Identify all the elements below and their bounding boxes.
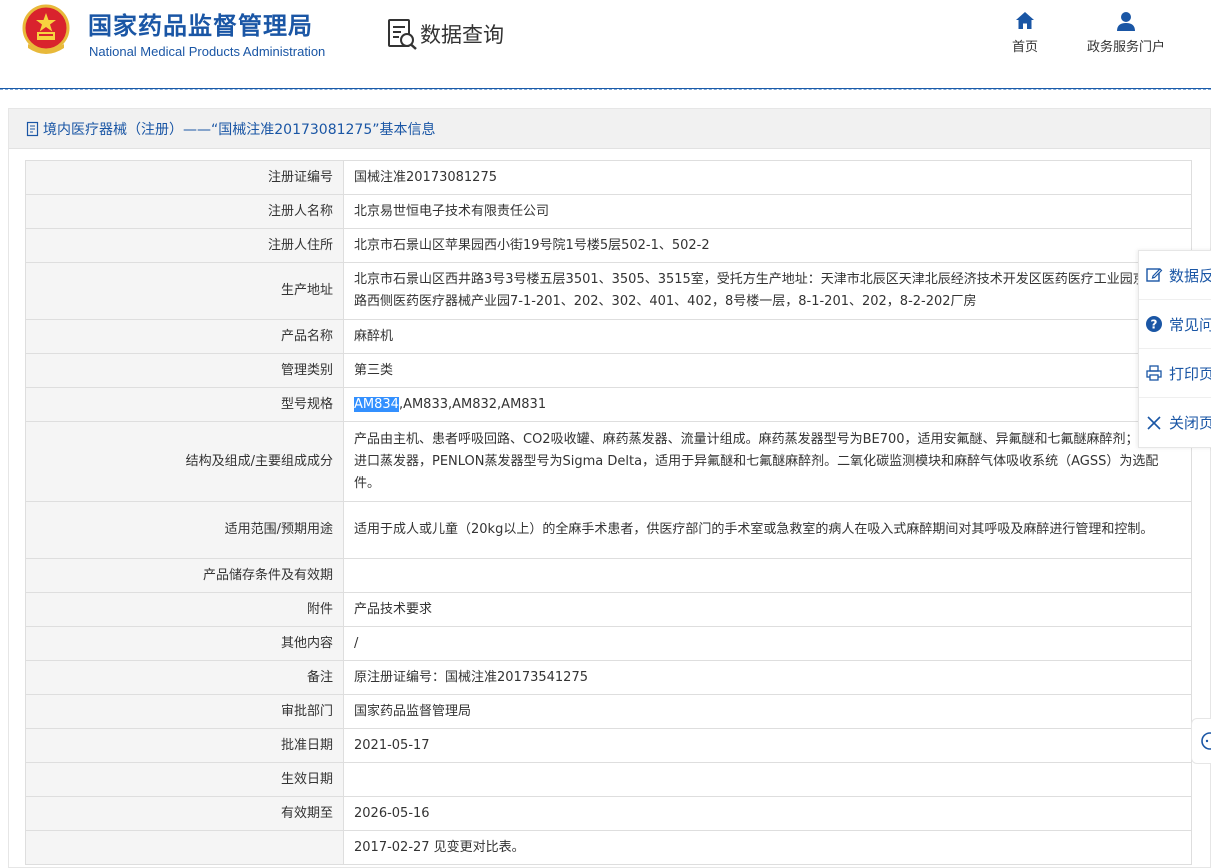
document-icon xyxy=(26,121,39,136)
side-service-button[interactable] xyxy=(1191,718,1211,764)
close-icon xyxy=(1147,415,1161,430)
table-row: 产品储存条件及有效期 xyxy=(25,558,1192,593)
table-row: 批准日期 2021-05-17 xyxy=(25,728,1192,763)
field-value: 2017-02-27 见变更对比表。 xyxy=(343,830,1192,865)
table-row: 注册证编号 国械注准20173081275 xyxy=(25,160,1192,195)
field-label: 型号规格 xyxy=(25,387,344,422)
table-row: 注册人住所 北京市石景山区苹果园西小街19号院1号楼5层502-1、502-2 xyxy=(25,228,1192,263)
table-row: 型号规格 AM834,AM833,AM832,AM831 xyxy=(25,387,1192,422)
org-name-en: National Medical Products Administration xyxy=(89,44,326,59)
nav-service-portal[interactable]: 政务服务门户 xyxy=(1078,10,1174,55)
national-emblem-icon xyxy=(20,4,72,58)
table-row: 生效日期 xyxy=(25,762,1192,797)
data-query-heading: 数据查询 xyxy=(386,16,504,52)
table-row: 适用范围/预期用途 适用于成人或儿童（20kg以上）的全麻手术患者，供医疗部门的… xyxy=(25,501,1192,559)
chat-icon xyxy=(1201,732,1211,750)
table-row: 审批部门 国家药品监督管理局 xyxy=(25,694,1192,729)
field-value: 2021-05-17 xyxy=(343,728,1192,763)
document-search-icon xyxy=(388,19,417,50)
table-row: 生产地址 北京市石景山区西井路3号3号楼五层3501、3505、3515室，受托… xyxy=(25,262,1192,320)
header-divider xyxy=(0,88,1211,90)
field-value xyxy=(343,762,1192,797)
question-icon: ? xyxy=(1146,316,1162,332)
field-label: 附件 xyxy=(25,592,344,627)
field-value: / xyxy=(343,626,1192,661)
field-value: 适用于成人或儿童（20kg以上）的全麻手术患者，供医疗部门的手术室或急救室的病人… xyxy=(343,501,1192,559)
model-list-rest: ,AM833,AM832,AM831 xyxy=(398,396,547,412)
field-label: 产品名称 xyxy=(25,319,344,354)
field-label: 适用范围/预期用途 xyxy=(25,501,344,559)
field-label: 有效期至 xyxy=(25,796,344,831)
field-value: 2026-05-16 xyxy=(343,796,1192,831)
table-row: 附件 产品技术要求 xyxy=(25,592,1192,627)
table-row: 备注 原注册证编号：国械注准20173541275 xyxy=(25,660,1192,695)
field-value: 国家药品监督管理局 xyxy=(343,694,1192,729)
field-label: 生效日期 xyxy=(25,762,344,797)
field-value: 国械注准20173081275 xyxy=(343,160,1192,195)
data-feedback-button[interactable]: 数据反 xyxy=(1139,251,1211,300)
faq-label: 常见问 xyxy=(1169,315,1211,334)
table-row: 结构及组成/主要组成成分 产品由主机、患者呼吸回路、CO2吸收罐、麻药蒸发器、流… xyxy=(25,421,1192,502)
print-label: 打印页 xyxy=(1169,364,1211,383)
field-value: 北京市石景山区苹果园西小街19号院1号楼5层502-1、502-2 xyxy=(343,228,1192,263)
edit-icon xyxy=(1146,268,1163,282)
field-value xyxy=(343,558,1192,593)
home-icon xyxy=(1016,12,1034,29)
floating-toolbar: 数据反 ? 常见问 打印页 关闭页 xyxy=(1138,250,1211,448)
table-row: 有效期至 2026-05-16 xyxy=(25,796,1192,831)
field-label: 其他内容 xyxy=(25,626,344,661)
table-row: 2017-02-27 见变更对比表。 xyxy=(25,830,1192,865)
info-table: 注册证编号 国械注准20173081275 注册人名称 北京易世恒电子技术有限责… xyxy=(25,160,1192,865)
field-value: 产品由主机、患者呼吸回路、CO2吸收罐、麻药蒸发器、流量计组成。麻药蒸发器型号为… xyxy=(343,421,1192,502)
field-label: 生产地址 xyxy=(25,262,344,320)
query-title: 数据查询 xyxy=(420,23,504,47)
selected-text: AM834 xyxy=(354,396,399,412)
field-value: 产品技术要求 xyxy=(343,592,1192,627)
data-feedback-label: 数据反 xyxy=(1169,266,1211,285)
field-label: 结构及组成/主要组成成分 xyxy=(25,421,344,502)
panel-header: 境内医疗器械（注册）——“国械注准20173081275”基本信息 xyxy=(9,109,1210,149)
close-page-label: 关闭页 xyxy=(1169,414,1211,432)
panel-title: 境内医疗器械（注册）——“国械注准20173081275”基本信息 xyxy=(43,121,436,138)
site-header: 国家药品监督管理局 National Medical Products Admi… xyxy=(0,0,1211,90)
field-label: 备注 xyxy=(25,660,344,695)
table-row: 产品名称 麻醉机 xyxy=(25,319,1192,354)
user-icon xyxy=(1117,12,1135,31)
field-label xyxy=(25,830,344,865)
nav-home[interactable]: 首页 xyxy=(1000,10,1050,55)
field-value: AM834,AM833,AM832,AM831 xyxy=(343,387,1192,422)
table-row: 管理类别 第三类 xyxy=(25,353,1192,388)
field-label: 注册人住所 xyxy=(25,228,344,263)
field-value: 原注册证编号：国械注准20173541275 xyxy=(343,660,1192,695)
faq-button[interactable]: ? 常见问 xyxy=(1139,300,1211,349)
field-label: 批准日期 xyxy=(25,728,344,763)
nav-portal-label: 政务服务门户 xyxy=(1086,40,1165,55)
field-value: 北京市石景山区西井路3号3号楼五层3501、3505、3515室，受托方生产地址… xyxy=(343,262,1192,320)
field-label: 审批部门 xyxy=(25,694,344,729)
field-label: 管理类别 xyxy=(25,353,344,388)
svg-text:?: ? xyxy=(1151,318,1158,332)
field-label: 注册人名称 xyxy=(25,194,344,229)
printer-icon xyxy=(1146,365,1162,381)
field-value: 麻醉机 xyxy=(343,319,1192,354)
field-label: 注册证编号 xyxy=(25,160,344,195)
field-value: 北京易世恒电子技术有限责任公司 xyxy=(343,194,1192,229)
field-label: 产品储存条件及有效期 xyxy=(25,558,344,593)
device-info-panel: 境内医疗器械（注册）——“国械注准20173081275”基本信息 注册证编号 … xyxy=(8,108,1211,868)
field-value: 第三类 xyxy=(343,353,1192,388)
print-button[interactable]: 打印页 xyxy=(1139,349,1211,398)
nav-home-label: 首页 xyxy=(1011,40,1038,55)
org-name-cn: 国家药品监督管理局 xyxy=(88,11,313,40)
table-row: 其他内容 / xyxy=(25,626,1192,661)
close-page-button[interactable]: 关闭页 xyxy=(1139,398,1211,447)
table-row: 注册人名称 北京易世恒电子技术有限责任公司 xyxy=(25,194,1192,229)
